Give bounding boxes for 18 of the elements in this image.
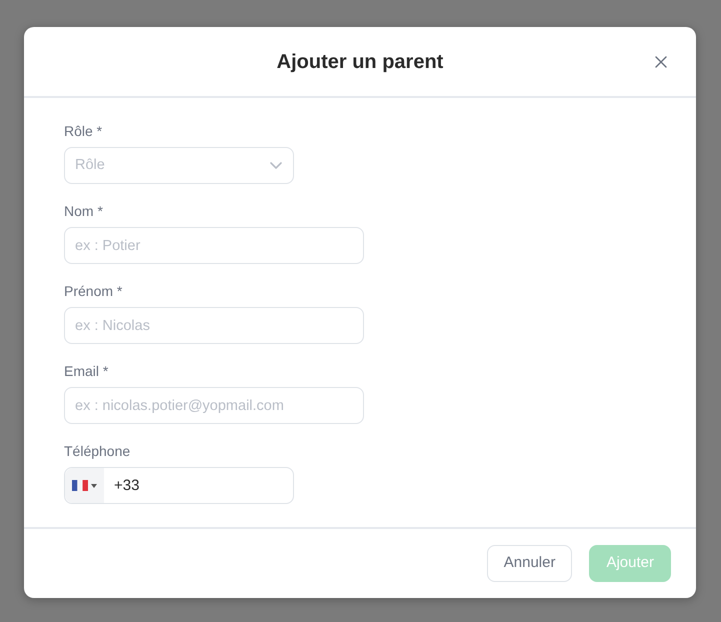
field-label: Rôle * xyxy=(64,122,102,141)
field-label: Nom * xyxy=(64,202,103,221)
dialog-title: Ajouter un parent xyxy=(276,50,444,74)
field-label: Email * xyxy=(64,362,108,381)
input-field[interactable]: ex : nicolas.potier@yopmail.com xyxy=(64,387,364,424)
field-label: Téléphone xyxy=(64,442,130,461)
country-select[interactable] xyxy=(65,468,104,503)
field-label: Prénom * xyxy=(64,282,122,301)
flag-icon xyxy=(72,480,88,491)
close-icon xyxy=(655,56,667,68)
close-button[interactable] xyxy=(653,54,669,70)
phone-field[interactable]: +33 xyxy=(64,467,294,504)
caret-icon xyxy=(91,484,97,488)
input-field[interactable]: ex : Nicolas xyxy=(64,307,364,344)
input-field[interactable]: ex : Potier xyxy=(64,227,364,264)
cancel-button[interactable]: Annuler xyxy=(486,545,572,582)
chevron-down-icon xyxy=(270,162,282,169)
phone-number-input[interactable]: +33 xyxy=(104,468,293,503)
